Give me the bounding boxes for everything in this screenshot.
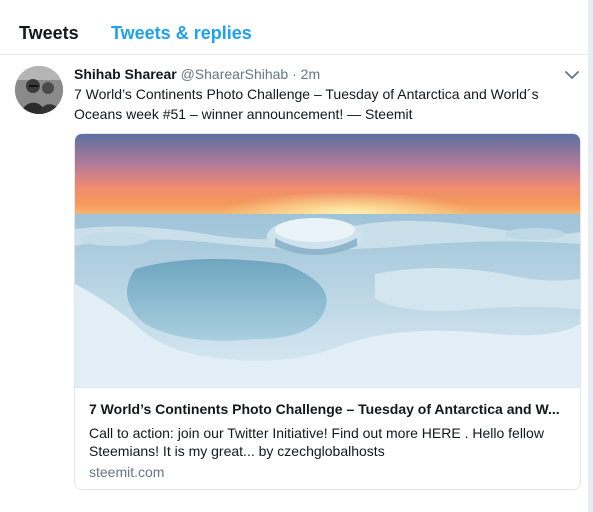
avatar[interactable]	[15, 66, 63, 114]
card-body: 7 World’s Continents Photo Challenge – T…	[75, 387, 580, 489]
timeline-tabs: Tweets Tweets & replies	[0, 10, 588, 55]
tweet-text: 7 World’s Continents Photo Challenge – T…	[74, 86, 539, 122]
profile-photo-icon	[15, 66, 63, 114]
tweet-author-name[interactable]: Shihab Sharear	[74, 66, 177, 82]
profile-timeline-panel: Tweets Tweets & replies Shihab Sharear @…	[0, 0, 589, 512]
card-domain: steemit.com	[89, 464, 165, 480]
tab-tweets[interactable]: Tweets	[19, 23, 79, 44]
tweet-header: Shihab Sharear @SharearShihab · 2m	[74, 66, 320, 82]
tweet-timestamp[interactable]: 2m	[301, 66, 320, 82]
tab-tweets-and-replies[interactable]: Tweets & replies	[111, 23, 252, 44]
link-card[interactable]: 7 World’s Continents Photo Challenge – T…	[74, 133, 581, 490]
separator-dot: ·	[292, 66, 297, 82]
card-image	[75, 134, 580, 387]
card-title: 7 World’s Continents Photo Challenge – T…	[89, 401, 560, 417]
tweet-author-handle[interactable]: @SharearShihab	[181, 66, 289, 82]
card-description: Call to action: join our Twitter Initiat…	[89, 425, 544, 459]
tweet[interactable]: Shihab Sharear @SharearShihab · 2m 7 Wor…	[0, 55, 588, 512]
chevron-down-icon	[565, 71, 579, 79]
tweet-menu-button[interactable]	[563, 67, 581, 83]
